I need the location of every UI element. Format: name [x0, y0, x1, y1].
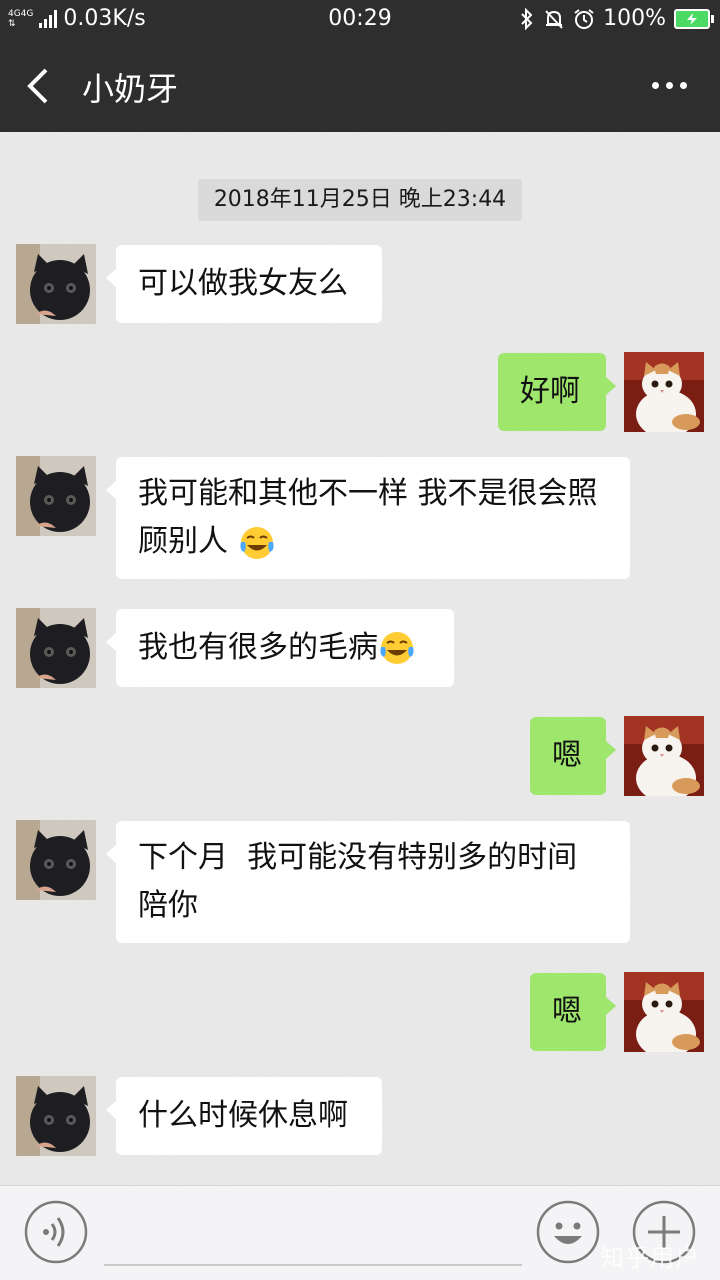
message-bubble-outgoing[interactable]: 嗯 — [530, 717, 616, 795]
message-bubble-incoming[interactable]: 我可能和其他不一样 我不是很会照 顾别人 — [106, 457, 630, 579]
message-text-line: 顾别人 — [138, 518, 276, 566]
message-text: 嗯 — [552, 994, 582, 1029]
battery-percent: 100% — [603, 6, 666, 31]
message-text: 下个月 我可能没有特别多的时间 — [138, 840, 578, 875]
message-text: 我也有很多的毛病 — [138, 630, 378, 665]
message-bubble-incoming[interactable]: 我也有很多的毛病 — [106, 609, 454, 687]
bell-mute-icon — [545, 9, 563, 29]
emoji-icon[interactable] — [536, 1200, 600, 1264]
message-bubble-outgoing[interactable]: 好啊 — [498, 353, 616, 431]
chat-title: 小奶牙 — [82, 70, 179, 108]
message-text: 我可能和其他不一样 我不是很会照 — [138, 476, 598, 511]
message-text: 可以做我女友么 — [138, 266, 348, 301]
message-bubble-incoming[interactable]: 什么时候休息啊 — [106, 1077, 382, 1155]
message-text-line: 陪你 — [138, 888, 198, 923]
more-dots-icon — [651, 81, 687, 89]
message-input[interactable] — [104, 1264, 522, 1266]
message-text: 好啊 — [520, 374, 580, 409]
back-button[interactable] — [22, 60, 70, 112]
more-button[interactable] — [644, 60, 694, 110]
message-text: 嗯 — [552, 738, 582, 773]
black-cat-avatar[interactable] — [16, 244, 96, 324]
black-cat-avatar[interactable] — [16, 1076, 96, 1156]
message-bubble-incoming[interactable]: 可以做我女友么 — [106, 245, 382, 323]
white-cat-avatar[interactable] — [624, 352, 704, 432]
white-cat-avatar[interactable] — [624, 716, 704, 796]
chat-area[interactable]: 2018年11月25日 晚上23:44 可以做我女友么 好啊 我可能和其他不一样… — [0, 132, 720, 1185]
watermark: 知乎用户 — [600, 1244, 700, 1272]
black-cat-avatar[interactable] — [16, 456, 96, 536]
tears-of-joy-emoji — [239, 526, 274, 559]
battery-icon — [674, 8, 714, 29]
status-right: 100% — [519, 6, 714, 31]
status-bar: 4G4G ⇅ 0.03K/s 00:29 100% — [0, 0, 720, 40]
voice-icon[interactable] — [24, 1200, 88, 1264]
tears-of-joy-emoji — [380, 632, 414, 664]
black-cat-avatar[interactable] — [16, 820, 96, 900]
black-cat-avatar[interactable] — [16, 608, 96, 688]
back-arrow-icon — [27, 68, 48, 104]
message-bubble-incoming[interactable]: 下个月 我可能没有特别多的时间 陪你 — [106, 821, 630, 943]
bluetooth-icon — [521, 7, 533, 30]
message-bubble-outgoing[interactable]: 嗯 — [530, 973, 616, 1051]
alarm-icon — [574, 8, 594, 29]
chat-header: 小奶牙 — [0, 40, 720, 132]
message-text: 什么时候休息啊 — [138, 1098, 348, 1133]
white-cat-avatar[interactable] — [624, 972, 704, 1052]
message-timestamp: 2018年11月25日 晚上23:44 — [198, 179, 522, 221]
